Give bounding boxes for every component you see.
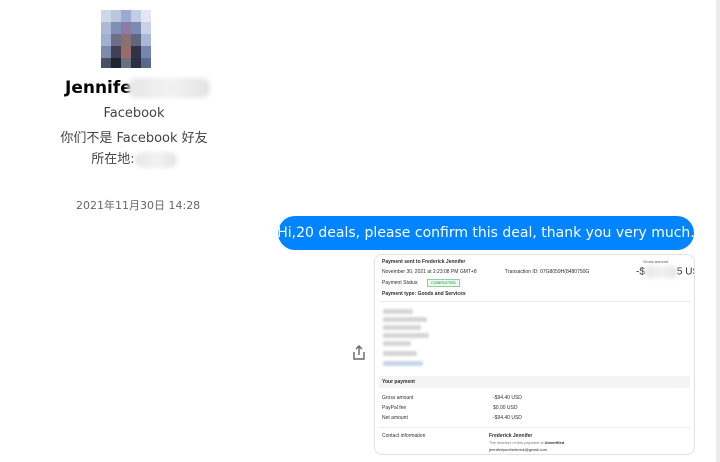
gross-amount-row-value: -$94.40 USD [493,395,522,401]
redacted-line [383,317,427,322]
divider [379,301,690,302]
contact-location: 所在地: [54,148,214,168]
contact-info-note: The receiver of this payment is Unverifi… [489,440,565,445]
contact-info-name: Frederick Jennifer [489,433,533,439]
payment-date: November 30, 2021 at 2:23:08 PM GMT+8 [382,269,477,275]
net-amount-row-value: -$94.40 USD [493,415,522,421]
net-amount-row-label: Net amount [382,415,408,421]
payment-sent-to: Payment sent to Frederick Jennifer [382,259,466,265]
gross-amount-row-label: Gross amount [382,395,414,401]
payment-type: Payment type: Goods and Services [382,291,466,297]
redacted-line [383,361,423,366]
payment-status-label: Payment Status: [382,280,419,286]
message-timestamp: 2021年11月30日 14:28 [76,199,201,212]
redacted-line [383,333,429,338]
message-bubble[interactable]: Hi,20 deals, please confirm this deal, t… [277,216,695,250]
friend-status: 你们不是 Facebook 好友 [60,131,208,146]
redacted-line [383,341,411,346]
status-badge: COMPLETED [427,279,460,287]
payment-amount: -$5 USD [636,266,694,278]
contact-name: Jennife [65,78,210,98]
paypal-fee-row-value: $0.00 USD [493,405,518,411]
avatar[interactable] [101,10,151,68]
redacted-location [134,151,177,168]
share-icon[interactable] [350,344,368,362]
contact-info-label: Contact information [382,433,426,439]
contact-info-email: jenniferlyonfrederick@gmail.com [489,447,548,452]
your-payment-heading: Your payment [382,379,415,385]
message-text: Hi,20 deals, please confirm this deal, t… [277,225,695,241]
section-band [379,376,690,388]
gross-amount-label: Gross amount [643,259,669,264]
redacted-line [383,351,417,356]
window-divider [716,0,720,462]
redacted-amount [644,266,677,278]
redacted-name [127,78,210,98]
redacted-line [383,309,413,314]
transaction-id: Transaction ID: 07G8059H(8480750G [505,269,590,275]
redacted-line [383,325,421,330]
paypal-fee-row-label: PayPal fee [382,405,407,411]
contact-platform: Facebook [103,106,165,121]
divider [379,427,690,428]
payment-screenshot-attachment[interactable]: Payment sent to Frederick Jennifer Gross… [374,254,695,455]
